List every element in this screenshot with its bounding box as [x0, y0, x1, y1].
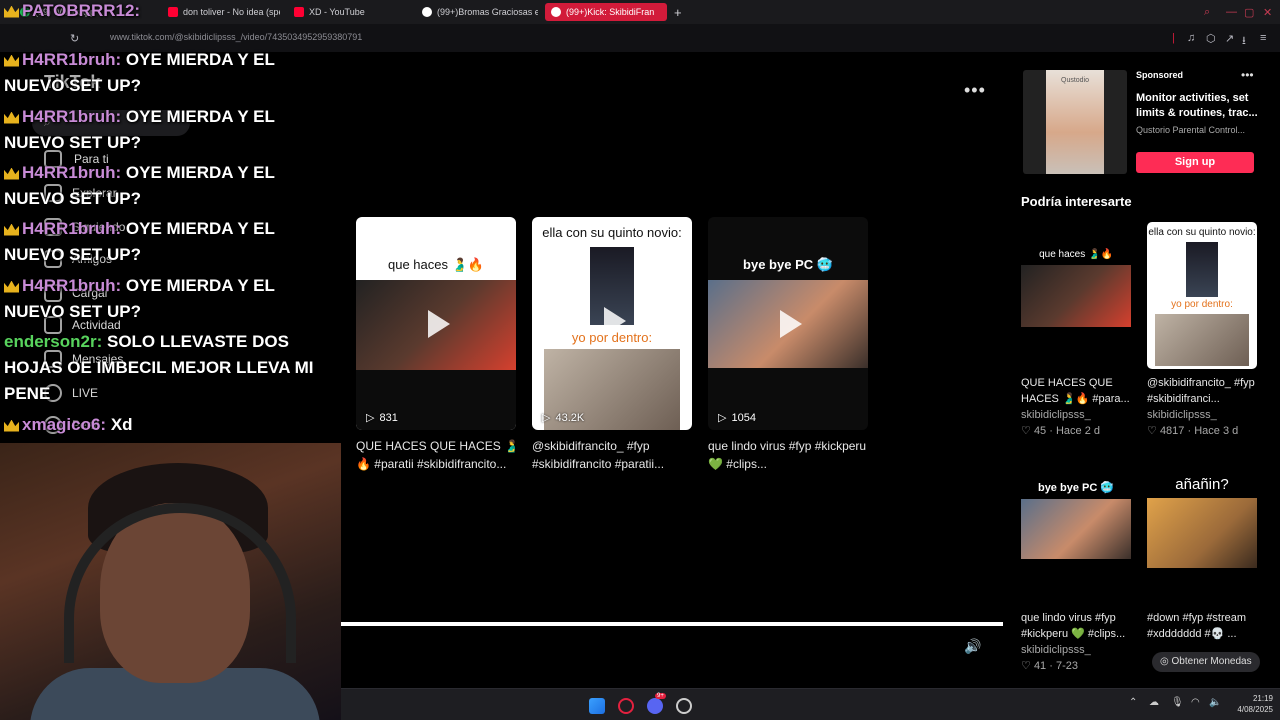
- ad-more-icon[interactable]: •••: [1241, 68, 1254, 82]
- recommend-title: Podría interesarte: [1021, 194, 1132, 209]
- more-options-icon[interactable]: •••: [964, 80, 986, 101]
- chat-message: enderson2r: SOLO LLEVASTE DOS HOJAS OE I…: [4, 332, 314, 403]
- ad-image[interactable]: Qustodio: [1023, 70, 1127, 174]
- audio-icon[interactable]: ♫: [1187, 32, 1195, 44]
- taskbar: 9+ ⌃ ☁ 🎙 ◠ 🔈 21:19 4/08/2025: [341, 688, 1280, 720]
- webcam-feed: [0, 443, 341, 720]
- discord-icon[interactable]: 9+: [647, 693, 666, 714]
- maximize-icon[interactable]: ▢: [1244, 6, 1254, 19]
- heart-icon: ♡: [1021, 660, 1031, 672]
- tiktok-icon: [551, 7, 561, 17]
- tiktok-icon: [422, 7, 432, 17]
- extensions-icon[interactable]: ⬡: [1206, 32, 1216, 45]
- heart-icon: ♡: [1021, 425, 1031, 437]
- tab-tiktok-bromas[interactable]: (99+)Bromas Graciosas e: [422, 3, 538, 21]
- share-icon[interactable]: ↗: [1225, 32, 1234, 45]
- reload-icon[interactable]: ↻: [70, 32, 79, 45]
- crown-icon: [4, 167, 19, 180]
- chat-message: H4RR1bruh: OYE MIERDA Y EL NUEVO SET UP?: [4, 163, 275, 208]
- chat-message: H4RR1bruh: OYE MIERDA Y EL NUEVO SET UP?: [4, 219, 275, 264]
- recommend-card[interactable]: ella con su quinto novio: yo por dentro:: [1147, 222, 1257, 369]
- crown-icon: [4, 223, 19, 236]
- opera-gx-icon[interactable]: [618, 698, 634, 714]
- chat-message: PATOBRRR12:: [4, 0, 334, 22]
- chat-message: xmagico6: Xd: [4, 412, 334, 438]
- app-icon[interactable]: [676, 698, 692, 714]
- video-title[interactable]: que lindo virus #fyp #kickperu 💚 #clips.…: [708, 437, 873, 473]
- view-count: ▷ 831: [366, 411, 398, 425]
- video-card[interactable]: bye bye PC 🥶 ▷ 1054: [708, 217, 868, 430]
- recommend-info: que lindo virus #fyp #kickperu 💚 #clips.…: [1021, 612, 1126, 672]
- search-icon[interactable]: ⌕: [1204, 6, 1210, 19]
- sign-up-button[interactable]: Sign up: [1136, 152, 1254, 173]
- tab-kick-active[interactable]: (99+)Kick: SkibidiFran: [545, 3, 667, 21]
- get-coins-button[interactable]: ◎ Obtener Monedas: [1152, 652, 1260, 672]
- download-icon[interactable]: ⭳: [1242, 32, 1246, 51]
- heart-icon: ♡: [1147, 425, 1157, 437]
- coin-icon: ◎: [1160, 656, 1169, 667]
- video-card[interactable]: que haces 🫃🔥 ▷ 831: [356, 217, 516, 430]
- sidebar-icon[interactable]: |: [1172, 32, 1175, 44]
- view-count: ▷ 1054: [718, 411, 756, 425]
- recommend-info: #down #fyp #stream #xddddddd #💀 ...: [1147, 612, 1247, 640]
- crown-icon: [4, 54, 19, 67]
- play-icon: [780, 310, 802, 338]
- chat-message: H4RR1bruh: OYE MIERDA Y EL NUEVO SET UP?: [4, 276, 275, 321]
- chat-message: H4RR1bruh: OYE MIERDA Y EL NUEVO SET UP?: [4, 107, 275, 152]
- minimize-icon[interactable]: —: [1226, 6, 1237, 18]
- play-outline-icon: ▷: [542, 412, 551, 424]
- crown-icon: [4, 419, 19, 432]
- windows-start-icon[interactable]: [589, 698, 605, 714]
- play-icon: [428, 310, 450, 338]
- ad-subtitle: Qustorio Parental Control...: [1136, 125, 1246, 135]
- video-title[interactable]: @skibidifrancito_ #fyp #skibidifrancito …: [532, 437, 697, 473]
- recommend-info: QUE HACES QUE HACES 🫃🔥 #para... skibidic…: [1021, 377, 1130, 437]
- clock[interactable]: 21:19 4/08/2025: [1227, 693, 1273, 715]
- menu-icon[interactable]: ≡: [1260, 32, 1266, 44]
- crown-icon: [4, 5, 19, 18]
- volume-icon[interactable]: 🔊: [964, 638, 981, 655]
- chat-message: H4RR1bruh: OYE MIERDA Y EL NUEVO SET UP?: [4, 50, 275, 95]
- speaker-icon[interactable]: 🔈: [1209, 697, 1221, 708]
- crown-icon: [4, 111, 19, 124]
- recommend-card[interactable]: que haces 🫃🔥: [1021, 222, 1131, 369]
- video-card[interactable]: ella con su quinto novio: yo por dentro:…: [532, 217, 692, 430]
- video-progress-bar[interactable]: [341, 622, 1003, 626]
- crown-icon: [4, 280, 19, 293]
- recommend-info: @skibidifrancito_ #fyp #skibidifranci...…: [1147, 377, 1255, 437]
- new-tab-button[interactable]: +: [674, 3, 682, 21]
- play-outline-icon: ▷: [718, 412, 727, 424]
- ad-title[interactable]: Monitor activities, set limits & routine…: [1136, 91, 1260, 121]
- sponsored-label: Sponsored: [1136, 70, 1184, 80]
- close-icon[interactable]: ✕: [1263, 6, 1272, 19]
- network-icon[interactable]: ☁: [1149, 697, 1159, 708]
- play-outline-icon: ▷: [366, 412, 375, 424]
- tray-chevron-icon[interactable]: ⌃: [1129, 697, 1137, 708]
- video-title[interactable]: QUE HACES QUE HACES 🫃🔥 #paratii #skibidi…: [356, 437, 521, 473]
- recommend-card[interactable]: añañin?: [1147, 470, 1257, 617]
- view-count: ▷ 43.2K: [542, 411, 585, 425]
- url-field[interactable]: www.tiktok.com/@skibidiclipsss_/video/74…: [110, 32, 362, 42]
- wifi-icon[interactable]: ◠: [1191, 697, 1200, 708]
- play-icon: [604, 307, 626, 335]
- microphone-icon[interactable]: 🎙: [1171, 697, 1184, 708]
- recommend-card[interactable]: bye bye PC 🥶: [1021, 470, 1131, 617]
